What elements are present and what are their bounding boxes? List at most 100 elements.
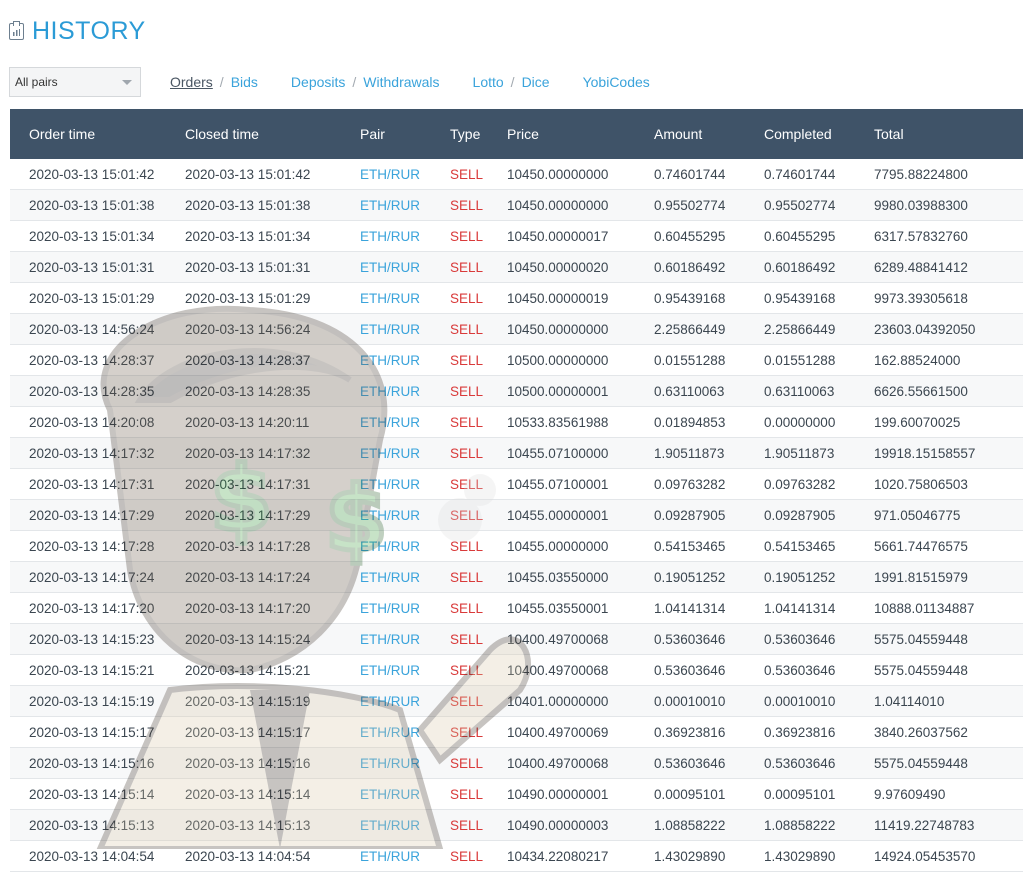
cell-pair[interactable]: ETH/RUR (360, 747, 450, 779)
column-header-completed[interactable]: Completed (764, 109, 874, 159)
column-header-pair[interactable]: Pair (360, 109, 450, 159)
cell-order-time: 2020-03-13 14:17:29 (10, 499, 185, 531)
cell-order-time: 2020-03-13 14:15:23 (10, 623, 185, 655)
cell-closed-time: 2020-03-13 14:17:20 (185, 592, 360, 624)
cell-pair[interactable]: ETH/RUR (360, 561, 450, 593)
cell-price: 10455.00000001 (507, 499, 654, 531)
table-row[interactable]: 2020-03-13 15:01:34 2020-03-13 15:01:34 ET… (10, 220, 1023, 252)
cell-type: SELL (450, 313, 507, 345)
cell-pair[interactable]: ETH/RUR (360, 716, 450, 748)
table-row[interactable]: 2020-03-13 14:15:19 2020-03-13 14:15:19 ET… (10, 685, 1023, 717)
cell-total: 1.04114010 (874, 685, 1023, 717)
cell-type: SELL (450, 809, 507, 841)
cell-pair[interactable]: ETH/RUR (360, 220, 450, 252)
cell-total: 5575.04559448 (874, 654, 1023, 686)
cell-pair[interactable]: ETH/RUR (360, 375, 450, 407)
cell-price: 10490.00000001 (507, 778, 654, 810)
cell-type: SELL (450, 840, 507, 872)
table-row[interactable]: 2020-03-13 14:17:29 2020-03-13 14:17:29 ET… (10, 499, 1023, 531)
column-header-closed-time[interactable]: Closed time (185, 109, 360, 159)
cell-completed: 0.60186492 (764, 251, 874, 283)
table-row[interactable]: 2020-03-13 14:17:28 2020-03-13 14:17:28 ET… (10, 530, 1023, 562)
cell-pair[interactable]: ETH/RUR (360, 468, 450, 500)
cell-type: SELL (450, 468, 507, 500)
column-header-total[interactable]: Total (874, 109, 1023, 159)
cell-pair[interactable]: ETH/RUR (360, 282, 450, 314)
cell-order-time: 2020-03-13 15:01:31 (10, 251, 185, 283)
table-row[interactable]: 2020-03-13 14:15:16 2020-03-13 14:15:16 ET… (10, 747, 1023, 779)
cell-price: 10533.83561988 (507, 406, 654, 438)
cell-pair[interactable]: ETH/RUR (360, 840, 450, 872)
cell-completed: 0.74601744 (764, 159, 874, 190)
table-row[interactable]: 2020-03-13 14:15:21 2020-03-13 14:15:21 ET… (10, 654, 1023, 686)
cell-pair[interactable]: ETH/RUR (360, 437, 450, 469)
table-row[interactable]: 2020-03-13 15:01:42 2020-03-13 15:01:42 ET… (10, 159, 1023, 190)
cell-total: 971.05046775 (874, 499, 1023, 531)
cell-completed: 0.95439168 (764, 282, 874, 314)
nav-deposits-link[interactable]: Deposits (291, 74, 345, 90)
cell-price: 10455.03550000 (507, 561, 654, 593)
cell-completed: 0.09763282 (764, 468, 874, 500)
cell-pair[interactable]: ETH/RUR (360, 530, 450, 562)
cell-order-time: 2020-03-13 14:17:31 (10, 468, 185, 500)
cell-price: 10500.00000001 (507, 375, 654, 407)
cell-price: 10455.07100000 (507, 437, 654, 469)
cell-total: 5661.74476575 (874, 530, 1023, 562)
table-row[interactable]: 2020-03-13 14:28:35 2020-03-13 14:28:35 ET… (10, 375, 1023, 407)
table-row[interactable]: 2020-03-13 14:15:13 2020-03-13 14:15:13 ET… (10, 809, 1023, 841)
table-row[interactable]: 2020-03-13 14:28:37 2020-03-13 14:28:37 ET… (10, 344, 1023, 376)
cell-amount: 0.53603646 (654, 747, 764, 779)
table-row[interactable]: 2020-03-13 14:17:24 2020-03-13 14:17:24 ET… (10, 561, 1023, 593)
cell-pair[interactable]: ETH/RUR (360, 685, 450, 717)
cell-pair[interactable]: ETH/RUR (360, 251, 450, 283)
cell-type: SELL (450, 747, 507, 779)
cell-completed: 0.60455295 (764, 220, 874, 252)
cell-pair[interactable]: ETH/RUR (360, 499, 450, 531)
cell-order-time: 2020-03-13 14:28:37 (10, 344, 185, 376)
table-row[interactable]: 2020-03-13 15:01:29 2020-03-13 15:01:29 ET… (10, 282, 1023, 314)
cell-amount: 0.00010010 (654, 685, 764, 717)
table-row[interactable]: 2020-03-13 14:15:14 2020-03-13 14:15:14 ET… (10, 778, 1023, 810)
cell-pair[interactable]: ETH/RUR (360, 623, 450, 655)
table-row[interactable]: 2020-03-13 14:15:23 2020-03-13 14:15:24 ET… (10, 623, 1023, 655)
cell-pair[interactable]: ETH/RUR (360, 654, 450, 686)
table-row[interactable]: 2020-03-13 14:17:20 2020-03-13 14:17:20 ET… (10, 592, 1023, 624)
column-header-price[interactable]: Price (507, 109, 654, 159)
cell-pair[interactable]: ETH/RUR (360, 809, 450, 841)
table-row[interactable]: 2020-03-13 14:17:31 2020-03-13 14:17:31 ET… (10, 468, 1023, 500)
nav-orders-link[interactable]: Orders (170, 74, 213, 90)
cell-type: SELL (450, 716, 507, 748)
cell-closed-time: 2020-03-13 14:17:24 (185, 561, 360, 593)
cell-completed: 0.19051252 (764, 561, 874, 593)
cell-order-time: 2020-03-13 15:01:29 (10, 282, 185, 314)
cell-pair[interactable]: ETH/RUR (360, 313, 450, 345)
table-row[interactable]: 2020-03-13 15:01:31 2020-03-13 15:01:31 ET… (10, 251, 1023, 283)
nav-lotto-link[interactable]: Lotto (473, 74, 504, 90)
nav-withdrawals-link[interactable]: Withdrawals (363, 74, 439, 90)
cell-amount: 0.19051252 (654, 561, 764, 593)
nav-bids-link[interactable]: Bids (231, 74, 258, 90)
cell-pair[interactable]: ETH/RUR (360, 406, 450, 438)
column-header-amount[interactable]: Amount (654, 109, 764, 159)
cell-closed-time: 2020-03-13 14:15:13 (185, 809, 360, 841)
table-row[interactable]: 2020-03-13 14:15:17 2020-03-13 14:15:17 ET… (10, 716, 1023, 748)
cell-pair[interactable]: ETH/RUR (360, 344, 450, 376)
cell-pair[interactable]: ETH/RUR (360, 592, 450, 624)
table-row[interactable]: 2020-03-13 14:17:32 2020-03-13 14:17:32 ET… (10, 437, 1023, 469)
pairs-filter-select[interactable]: All pairs (9, 67, 141, 97)
cell-completed: 1.04141314 (764, 592, 874, 624)
column-header-type[interactable]: Type (450, 109, 507, 159)
table-row[interactable]: 2020-03-13 14:56:24 2020-03-13 14:56:24 ET… (10, 313, 1023, 345)
nav-dice-link[interactable]: Dice (522, 74, 550, 90)
table-row[interactable]: 2020-03-13 14:20:08 2020-03-13 14:20:11 ET… (10, 406, 1023, 438)
column-header-order-time[interactable]: Order time (10, 109, 185, 159)
cell-pair[interactable]: ETH/RUR (360, 189, 450, 221)
cell-pair[interactable]: ETH/RUR (360, 778, 450, 810)
toolbar: All pairs Orders / Bids Deposits / Withd… (9, 66, 650, 98)
table-row[interactable]: 2020-03-13 15:01:38 2020-03-13 15:01:38 ET… (10, 189, 1023, 221)
cell-type: SELL (450, 561, 507, 593)
table-row[interactable]: 2020-03-13 14:04:54 2020-03-13 14:04:54 ET… (10, 840, 1023, 872)
nav-yobicodes-link[interactable]: YobiCodes (583, 74, 650, 90)
cell-price: 10450.00000020 (507, 251, 654, 283)
cell-pair[interactable]: ETH/RUR (360, 159, 450, 190)
